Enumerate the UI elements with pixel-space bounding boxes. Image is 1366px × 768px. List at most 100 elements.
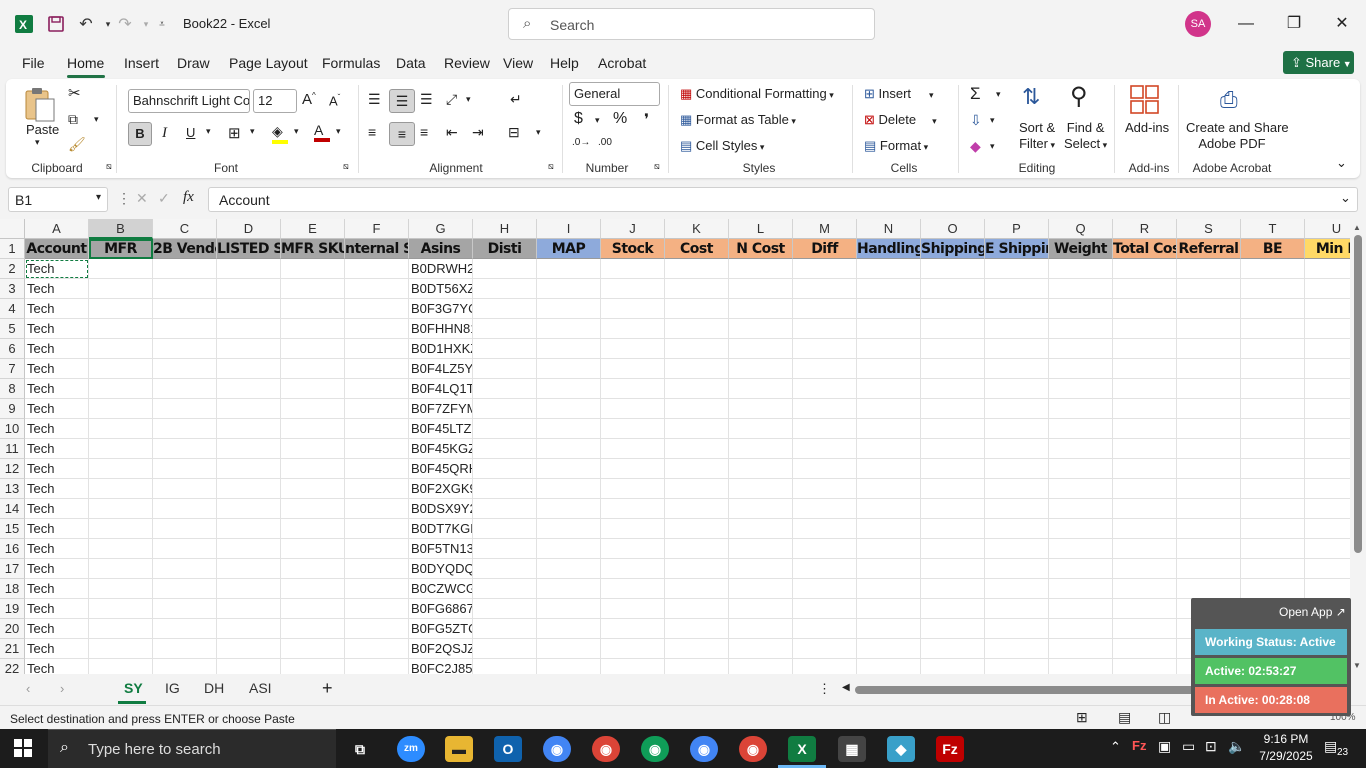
empty-cell[interactable] [217,439,281,459]
empty-cell[interactable] [921,359,985,379]
column-header-q[interactable]: Q [1049,219,1113,239]
empty-cell[interactable] [1177,519,1241,539]
empty-cell[interactable] [601,639,665,659]
empty-cell[interactable] [473,279,537,299]
empty-cell[interactable] [921,499,985,519]
empty-cell[interactable] [1049,619,1113,639]
empty-cell[interactable] [345,659,409,674]
paste-dropdown-icon[interactable]: ▾ [35,137,40,148]
empty-cell[interactable] [153,439,217,459]
fill-color-icon[interactable]: ◈ [272,123,288,144]
empty-cell[interactable] [1049,459,1113,479]
header-cell[interactable]: Min P [1305,239,1350,259]
asin-cell[interactable]: B0F3G7YC3C [409,299,473,319]
empty-cell[interactable] [537,459,601,479]
tab-help[interactable]: Help [550,55,579,71]
empty-cell[interactable] [89,599,153,619]
empty-cell[interactable] [921,659,985,674]
asin-cell[interactable]: B0DT7KGND2 [409,519,473,539]
empty-cell[interactable] [89,319,153,339]
empty-cell[interactable] [921,279,985,299]
empty-cell[interactable] [985,379,1049,399]
column-header-b[interactable]: B [89,219,153,239]
format-cells-button[interactable]: ▤ Format ▾ [864,138,928,154]
empty-cell[interactable] [1049,259,1113,279]
tab-data[interactable]: Data [396,55,426,71]
empty-cell[interactable] [473,559,537,579]
add-sheet-icon[interactable]: + [322,678,333,699]
row-header[interactable]: 1 [0,239,25,259]
empty-cell[interactable] [345,439,409,459]
header-cell[interactable]: 2B Vendor [153,239,217,259]
align-right-icon[interactable]: ≡ [420,124,428,140]
empty-cell[interactable] [1049,519,1113,539]
increase-indent-icon[interactable]: ⇥ [472,124,484,141]
empty-cell[interactable] [1113,419,1177,439]
column-header-h[interactable]: H [473,219,537,239]
empty-cell[interactable] [345,519,409,539]
empty-cell[interactable] [153,659,217,674]
empty-cell[interactable] [217,299,281,319]
font-color-dropdown-icon[interactable]: ▾ [336,126,341,137]
empty-cell[interactable] [729,379,793,399]
empty-cell[interactable] [793,299,857,319]
empty-cell[interactable] [1305,319,1350,339]
empty-cell[interactable] [345,539,409,559]
empty-cell[interactable] [857,619,921,639]
header-cell[interactable]: Cost [665,239,729,259]
horizontal-scroll-thumb[interactable] [855,686,1195,694]
row-header[interactable]: 11 [0,439,25,459]
empty-cell[interactable] [985,599,1049,619]
next-sheet-icon[interactable]: › [60,681,64,696]
empty-cell[interactable] [665,379,729,399]
row-header[interactable]: 15 [0,519,25,539]
scroll-up-icon[interactable]: ▲ [1353,223,1361,232]
empty-cell[interactable] [537,259,601,279]
asin-cell[interactable]: B0F5TN13GV [409,539,473,559]
empty-cell[interactable] [473,439,537,459]
empty-cell[interactable] [857,399,921,419]
cell-styles-button[interactable]: ▤ Cell Styles ▾ [680,138,764,154]
asin-cell[interactable]: B0F45LTZYJ [409,419,473,439]
empty-cell[interactable] [281,339,345,359]
empty-cell[interactable] [537,559,601,579]
empty-cell[interactable] [89,399,153,419]
empty-cell[interactable] [473,419,537,439]
italic-button[interactable]: I [162,125,167,142]
column-header-a[interactable]: A [25,219,89,239]
column-header-r[interactable]: R [1113,219,1177,239]
empty-cell[interactable] [729,459,793,479]
empty-cell[interactable] [345,479,409,499]
header-cell[interactable]: BE [1241,239,1305,259]
increase-font-size-icon[interactable]: A^ [302,91,316,108]
chrome-icon[interactable]: ◉ [543,736,571,762]
chrome-profile-4-icon[interactable]: ◉ [690,736,718,762]
account-cell[interactable]: Tech [25,379,89,399]
empty-cell[interactable] [793,619,857,639]
empty-cell[interactable] [729,439,793,459]
sheet-tab-ig[interactable]: IG [165,680,180,696]
empty-cell[interactable] [1049,379,1113,399]
paste-icon[interactable] [22,85,58,126]
taskbar-search[interactable]: ⌕ Type here to search [48,729,336,768]
header-cell[interactable]: nternal Sk [345,239,409,259]
empty-cell[interactable] [729,499,793,519]
empty-cell[interactable] [1241,479,1305,499]
empty-cell[interactable] [473,639,537,659]
show-hidden-icons[interactable]: ⌃ [1110,739,1121,755]
empty-cell[interactable] [281,559,345,579]
empty-cell[interactable] [537,399,601,419]
empty-cell[interactable] [1049,539,1113,559]
asin-cell[interactable]: B0DT56XZYK [409,279,473,299]
empty-cell[interactable] [601,459,665,479]
empty-cell[interactable] [89,279,153,299]
empty-cell[interactable] [281,599,345,619]
account-cell[interactable]: Tech [25,579,89,599]
sheet-tab-asi[interactable]: ASI [249,680,272,696]
empty-cell[interactable] [665,399,729,419]
empty-cell[interactable] [345,359,409,379]
empty-cell[interactable] [1305,459,1350,479]
prev-sheet-icon[interactable]: ‹ [26,681,30,696]
clock-time[interactable]: 9:16 PM [1256,732,1316,746]
empty-cell[interactable] [217,539,281,559]
